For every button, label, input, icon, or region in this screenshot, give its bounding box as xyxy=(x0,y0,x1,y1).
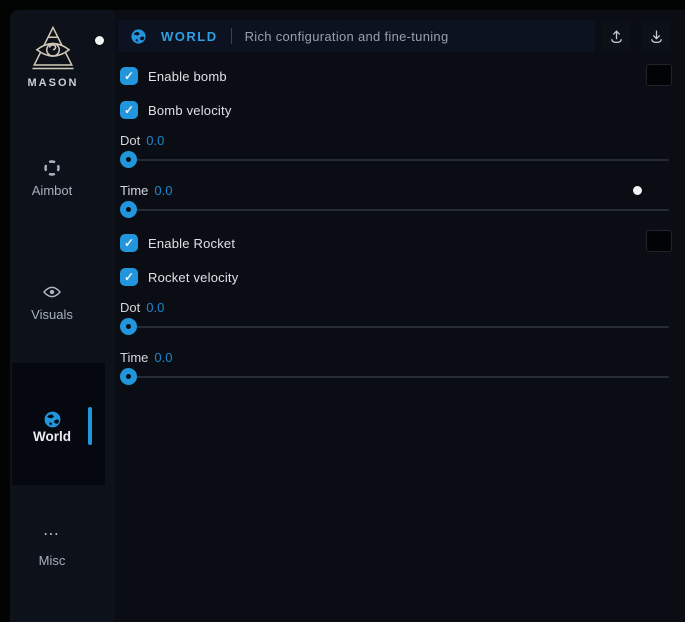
upload-config-button[interactable] xyxy=(601,21,631,51)
bomb-color-swatch[interactable] xyxy=(646,64,672,86)
brand-logo: MASON xyxy=(10,23,96,89)
slider-thumb[interactable] xyxy=(120,151,137,168)
download-config-button[interactable] xyxy=(641,21,671,51)
checkbox-bomb-velocity[interactable]: ✓ Bomb velocity xyxy=(120,98,232,122)
slider-value: 0.0 xyxy=(146,300,164,315)
rocket-color-swatch[interactable] xyxy=(646,230,672,252)
header-divider xyxy=(231,28,232,44)
slider-label-bomb-time: Time0.0 xyxy=(120,183,172,198)
sidebar-item-label: Visuals xyxy=(10,307,94,322)
checkbox-checked-icon[interactable]: ✓ xyxy=(120,268,138,286)
slider-label-rocket-time: Time0.0 xyxy=(120,350,172,365)
checkbox-label: Enable bomb xyxy=(148,69,227,84)
ellipsis-icon: ⋯ xyxy=(10,528,94,548)
page-header: WORLD Rich configuration and fine-tuning xyxy=(118,20,595,52)
sidebar-item-misc[interactable]: ⋯ Misc xyxy=(10,528,94,568)
slider-track[interactable] xyxy=(122,159,669,161)
slider-value: 0.0 xyxy=(146,133,164,148)
cursor-dot xyxy=(633,186,642,195)
checkbox-enable-rocket[interactable]: ✓ Enable Rocket xyxy=(120,231,235,255)
page-title: WORLD xyxy=(161,29,218,44)
checkbox-label: Bomb velocity xyxy=(148,103,232,118)
checkbox-checked-icon[interactable]: ✓ xyxy=(120,234,138,252)
sidebar-item-label: Misc xyxy=(10,553,94,568)
checkbox-label: Rocket velocity xyxy=(148,270,238,285)
eye-icon xyxy=(10,282,94,302)
mason-eye-pyramid-icon xyxy=(24,23,82,73)
checkbox-checked-icon[interactable]: ✓ xyxy=(120,101,138,119)
download-icon xyxy=(648,28,665,45)
slider-rocket-time[interactable] xyxy=(120,368,669,386)
slider-thumb[interactable] xyxy=(120,201,137,218)
slider-label-bomb-dot: Dot0.0 xyxy=(120,133,164,148)
globe-icon xyxy=(130,28,147,45)
page-subtitle: Rich configuration and fine-tuning xyxy=(245,29,449,44)
brand-name: MASON xyxy=(10,77,96,89)
slider-bomb-time[interactable] xyxy=(120,201,669,219)
globe-icon xyxy=(12,410,92,429)
sidebar-item-label: World xyxy=(12,429,92,444)
slider-thumb[interactable] xyxy=(120,318,137,335)
sidebar-item-visuals[interactable]: Visuals xyxy=(10,282,94,322)
cursor-dot xyxy=(95,36,104,45)
slider-value: 0.0 xyxy=(154,183,172,198)
slider-value: 0.0 xyxy=(154,350,172,365)
slider-thumb[interactable] xyxy=(120,368,137,385)
sidebar: MASON Aimbot Visuals xyxy=(10,10,115,622)
slider-track[interactable] xyxy=(122,326,669,328)
slider-track[interactable] xyxy=(122,376,669,378)
slider-bomb-dot[interactable] xyxy=(120,151,669,169)
main-content: WORLD Rich configuration and fine-tuning… xyxy=(115,10,685,622)
checkbox-enable-bomb[interactable]: ✓ Enable bomb xyxy=(120,64,227,88)
slider-track[interactable] xyxy=(122,209,669,211)
checkbox-checked-icon[interactable]: ✓ xyxy=(120,67,138,85)
sidebar-item-label: Aimbot xyxy=(10,183,94,198)
app-window: MASON Aimbot Visuals xyxy=(10,10,685,622)
crosshair-icon xyxy=(10,158,94,178)
checkbox-label: Enable Rocket xyxy=(148,236,235,251)
sidebar-item-world-selected[interactable]: World xyxy=(12,363,105,485)
checkbox-rocket-velocity[interactable]: ✓ Rocket velocity xyxy=(120,265,238,289)
slider-rocket-dot[interactable] xyxy=(120,318,669,336)
active-tab-indicator xyxy=(88,407,92,445)
sidebar-item-aimbot[interactable]: Aimbot xyxy=(10,158,94,198)
slider-label-rocket-dot: Dot0.0 xyxy=(120,300,164,315)
upload-icon xyxy=(608,28,625,45)
